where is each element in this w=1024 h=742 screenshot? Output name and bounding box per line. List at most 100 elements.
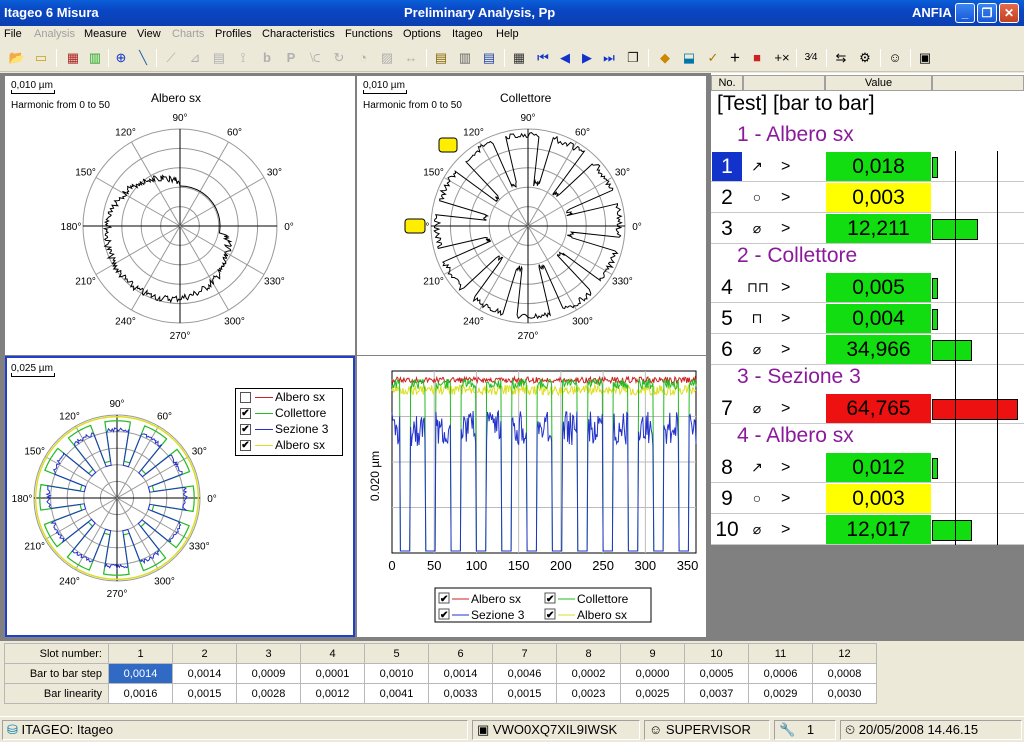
legend-checkbox[interactable]: ✔ — [240, 408, 251, 419]
sync-icon[interactable]: ↻ — [330, 49, 348, 67]
cell[interactable]: 10 — [684, 643, 749, 664]
cell[interactable]: 11 — [748, 643, 813, 664]
legend-item[interactable]: ✔ Albero sx — [238, 437, 342, 454]
result-row[interactable]: 6 ⌀ >34,966 — [711, 334, 1024, 365]
cell[interactable]: 0,0012 — [300, 683, 365, 704]
sort-numbers-icon[interactable]: 3⁄4 — [802, 49, 820, 67]
warning-icon[interactable]: ◆ — [656, 49, 674, 67]
cell[interactable]: 0,0006 — [748, 663, 813, 684]
menu-characteristics[interactable]: Characteristics — [262, 28, 335, 40]
cell[interactable]: 0,0000 — [620, 663, 685, 684]
minimize-button[interactable]: _ — [955, 3, 975, 23]
cell[interactable]: 0,0015 — [172, 683, 237, 704]
menu-view[interactable]: View — [137, 28, 161, 40]
calendar-icon[interactable]: ▦ — [510, 49, 528, 67]
first-icon[interactable]: ⏮ — [534, 49, 552, 67]
cell[interactable]: 0,0005 — [684, 663, 749, 684]
legend-item[interactable]: ✔ Collettore — [238, 405, 342, 422]
row-number[interactable]: 2 — [712, 183, 742, 212]
legend-checkbox[interactable] — [240, 392, 251, 403]
cell[interactable]: 0,0009 — [236, 663, 301, 684]
row-number[interactable]: 8 — [712, 453, 742, 482]
copy-icon[interactable]: ❐ — [624, 49, 642, 67]
cell[interactable]: 0,0014 — [172, 663, 237, 684]
cell[interactable]: 0,0015 — [492, 683, 557, 704]
menu-help[interactable]: Help — [496, 28, 519, 40]
cell[interactable]: 2 — [172, 643, 237, 664]
polar-chart-combined[interactable]: 0,025 µm 90° 60° 30° 0° 330° 300° 270° 240° 210°… — [5, 356, 355, 637]
list-icon[interactable]: ↔ — [402, 49, 420, 67]
col-header-no[interactable]: No. — [711, 75, 743, 91]
plus-x-icon[interactable]: +× — [770, 49, 794, 67]
result-row[interactable]: 10 ⌀ >12,017 — [711, 514, 1024, 545]
cell[interactable]: 3 — [236, 643, 301, 664]
trend-icon[interactable]: ⟈ — [306, 49, 324, 67]
row-number[interactable]: 6 — [712, 335, 742, 364]
open-folder-icon[interactable]: 📂 — [8, 49, 26, 67]
cell[interactable]: 12 — [812, 643, 877, 664]
legend-checkbox[interactable]: ✔ — [240, 440, 251, 451]
scatter-icon[interactable]: ⊿ — [186, 49, 204, 67]
cell[interactable]: 0,0014 — [428, 663, 493, 684]
cell[interactable]: 4 — [300, 643, 365, 664]
bar-chart-icon[interactable]: ▤ — [210, 49, 228, 67]
row-number[interactable]: 4 — [712, 273, 742, 302]
cell[interactable]: 1 — [108, 643, 173, 664]
menu-profiles[interactable]: Profiles — [215, 28, 252, 40]
legend-item[interactable]: Albero sx — [238, 389, 342, 406]
cell[interactable]: 0,0029 — [748, 683, 813, 704]
cell[interactable]: 0,0046 — [492, 663, 557, 684]
menu-analysis[interactable]: Analysis — [34, 28, 75, 40]
document-icon[interactable]: ▤ — [480, 49, 498, 67]
record-icon[interactable]: ■ — [748, 49, 766, 67]
row-number[interactable]: 1 — [712, 152, 742, 181]
result-row[interactable]: 9 ○ >0,003 — [711, 483, 1024, 514]
menu-measure[interactable]: Measure — [84, 28, 127, 40]
settings-wrench-icon[interactable]: ⚙ — [856, 49, 874, 67]
cell[interactable]: 0,0041 — [364, 683, 429, 704]
cell[interactable]: 0,0023 — [556, 683, 621, 704]
cell[interactable]: 0,0002 — [556, 663, 621, 684]
menu-options[interactable]: Options — [403, 28, 441, 40]
menu-itageo[interactable]: Itageo — [452, 28, 483, 40]
tree-icon[interactable]: ⟟ — [234, 49, 252, 67]
align-icon[interactable]: ▨ — [378, 49, 396, 67]
menu-file[interactable]: File — [4, 28, 22, 40]
result-row[interactable]: 5 ⊓ >0,004 — [711, 303, 1024, 334]
result-row[interactable]: 8 ↗ >0,012 — [711, 452, 1024, 483]
polar-chart-albero-sx[interactable]: 0,010 µm Harmonic from 0 to 50 Albero sx… — [5, 76, 355, 355]
next-icon[interactable]: ▶ — [578, 49, 596, 67]
row-number[interactable]: 7 — [712, 394, 742, 423]
cell[interactable]: 9 — [620, 643, 685, 664]
row-number[interactable]: 5 — [712, 304, 742, 333]
tune-icon[interactable]: ◔ — [354, 49, 372, 67]
maximize-button[interactable]: ❐ — [977, 3, 997, 23]
cell[interactable]: 0,0014 — [108, 663, 173, 684]
cell[interactable]: 0,0037 — [684, 683, 749, 704]
chart-settings-icon[interactable]: ▦ — [64, 49, 82, 67]
cell[interactable]: 0,0030 — [812, 683, 877, 704]
row-number[interactable]: 10 — [712, 515, 742, 544]
result-row[interactable]: 2 ○ >0,003 — [711, 182, 1024, 213]
notes2-icon[interactable]: ▥ — [456, 49, 474, 67]
close-button[interactable]: ✕ — [999, 3, 1019, 23]
legend-item[interactable]: ✔ Sezione 3 — [238, 421, 342, 438]
prev-icon[interactable]: ◀ — [556, 49, 574, 67]
result-row[interactable]: 7 ⌀ >64,765 — [711, 393, 1024, 424]
cell[interactable]: 0,0025 — [620, 683, 685, 704]
cell[interactable]: 7 — [492, 643, 557, 664]
cell[interactable]: 0,0010 — [364, 663, 429, 684]
col-header-blank[interactable] — [743, 75, 825, 91]
check-list-icon[interactable]: ✓ — [704, 49, 722, 67]
row-number[interactable]: 3 — [712, 214, 742, 243]
target-icon[interactable]: ⊕ — [112, 49, 130, 67]
crosshair-icon[interactable]: + — [726, 49, 744, 67]
cell[interactable]: 0,0016 — [108, 683, 173, 704]
result-row[interactable]: 3 ⌀ >12,211 — [711, 213, 1024, 244]
cell[interactable]: 0,0033 — [428, 683, 493, 704]
export-icon[interactable]: ⬓ — [680, 49, 698, 67]
p-icon[interactable]: P — [282, 49, 300, 67]
pen-icon[interactable]: ╲ — [134, 49, 152, 67]
col-header-bar[interactable] — [932, 75, 1024, 91]
line-chart-icon[interactable]: ⟋ — [162, 49, 180, 67]
